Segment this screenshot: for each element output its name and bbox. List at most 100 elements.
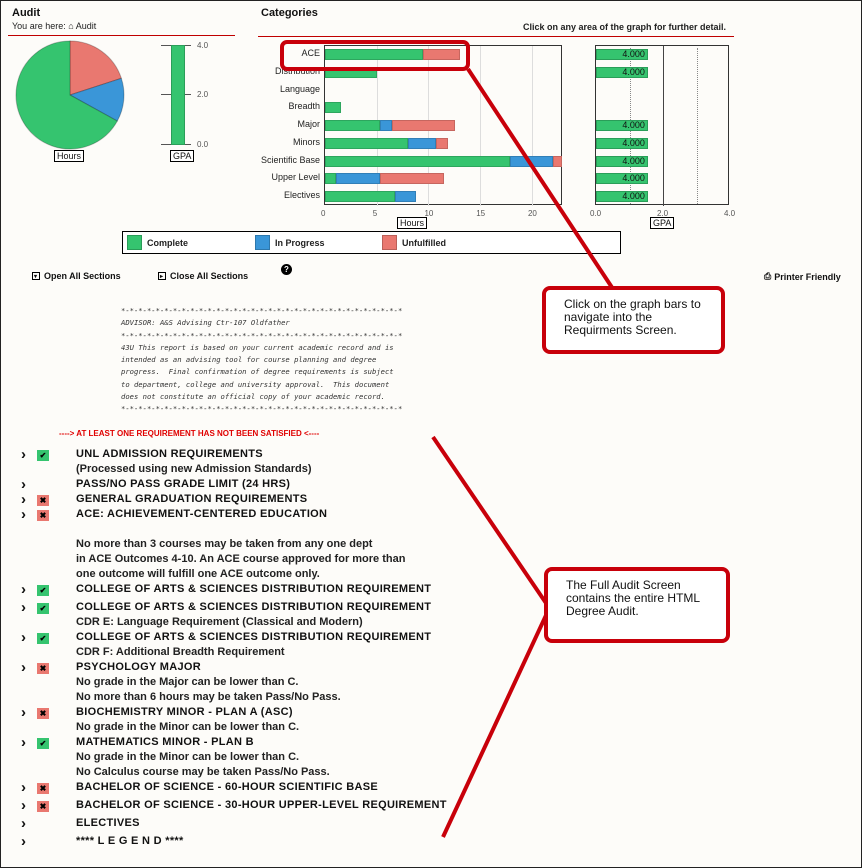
requirement-row[interactable]: › ✖ GENERAL GRADUATION REQUIREMENTS — [1, 492, 461, 508]
requirement-title[interactable]: COLLEGE OF ARTS & SCIENCES DISTRIBUTION … — [76, 583, 431, 595]
bar-ace-unfulfilled[interactable] — [423, 49, 460, 60]
chevron-right-icon[interactable]: › — [21, 507, 26, 522]
hours-pie-chart[interactable] — [13, 39, 129, 151]
requirement-title[interactable]: BIOCHEMISTRY MINOR - PLAN A (ASC) — [76, 706, 293, 718]
breadcrumb-current[interactable]: Audit — [76, 21, 97, 31]
requirement-row[interactable]: › ✖ BACHELOR OF SCIENCE - 30-HOUR UPPER-LE… — [1, 798, 461, 814]
chevron-right-icon[interactable]: › — [21, 477, 26, 492]
printer-friendly-button[interactable]: ⎙ Printer Friendly — [764, 271, 841, 282]
requirement-title[interactable]: **** L E G E N D **** — [76, 835, 184, 847]
chevron-right-icon[interactable]: › — [21, 705, 26, 720]
chevron-right-icon[interactable]: › — [21, 447, 26, 462]
category-label[interactable]: Scientific Base — [250, 155, 320, 165]
x-tick-label: 5 — [372, 209, 378, 218]
gpa-bar-distribution[interactable]: 4.000 — [596, 66, 648, 78]
requirement-title[interactable]: BACHELOR OF SCIENCE - 30-HOUR UPPER-LEVE… — [76, 799, 447, 811]
bar-scientific-base-complete[interactable] — [325, 155, 511, 167]
requirement-row[interactable]: › ✖ BIOCHEMISTRY MINOR - PLAN A (ASC) — [1, 705, 461, 721]
bar-distribution-complete[interactable] — [325, 66, 377, 78]
category-label[interactable]: Language — [250, 84, 320, 94]
category-label[interactable]: Minors — [250, 137, 320, 147]
hours-bar-chart[interactable] — [324, 45, 562, 206]
bar-upper-level-complete[interactable] — [325, 173, 337, 185]
requirement-title[interactable]: ELECTIVES — [76, 817, 140, 829]
category-label[interactable]: Distribution — [250, 66, 320, 76]
bar-upper-level-unfulfilled[interactable] — [379, 173, 444, 185]
requirement-row[interactable]: › ✔ UNL ADMISSION REQUIREMENTS — [1, 447, 461, 463]
requirement-row[interactable]: › PASS/NO PASS GRADE LIMIT (24 HRS) — [1, 477, 461, 493]
requirement-title[interactable]: BACHELOR OF SCIENCE - 60-HOUR SCIENTIFIC… — [76, 781, 378, 793]
chevron-right-icon[interactable]: › — [21, 630, 26, 645]
requirement-title[interactable]: GENERAL GRADUATION REQUIREMENTS — [76, 493, 307, 505]
chevron-right-icon[interactable]: › — [21, 780, 26, 795]
chevron-right-icon[interactable]: › — [21, 798, 26, 813]
chevron-right-icon[interactable]: › — [21, 600, 26, 615]
gpa-gauge-fill[interactable] — [171, 45, 185, 145]
requirement-row[interactable]: › ELECTIVES — [1, 816, 461, 832]
chevron-right-icon[interactable]: › — [21, 582, 26, 597]
requirement-title[interactable]: COLLEGE OF ARTS & SCIENCES DISTRIBUTION … — [76, 631, 431, 643]
x-icon: ✖ — [37, 801, 49, 812]
chevron-right-icon[interactable]: › — [21, 735, 26, 750]
gpa-bar-ace[interactable]: 4.000 — [596, 49, 648, 60]
gpa-gauge[interactable] — [161, 45, 191, 145]
chevron-right-icon[interactable]: › — [21, 660, 26, 675]
bar-scientific-base-in-progress[interactable] — [510, 155, 553, 167]
bar-ace-complete[interactable] — [325, 49, 424, 60]
requirement-title[interactable]: ACE: ACHIEVEMENT-CENTERED EDUCATION — [76, 508, 327, 520]
requirement-title[interactable]: MATHEMATICS MINOR - PLAN B — [76, 736, 254, 748]
gpa-bar-upper-level[interactable]: 4.000 — [596, 173, 648, 185]
gpa-bar-major[interactable]: 4.000 — [596, 120, 648, 132]
chevron-right-icon[interactable]: › — [21, 816, 26, 831]
chevron-right-icon[interactable]: › — [21, 492, 26, 507]
categories-divider — [258, 36, 734, 37]
bar-major-complete[interactable] — [325, 120, 380, 132]
requirement-row[interactable]: › ✔ COLLEGE OF ARTS & SCIENCES DISTRIBUTIO… — [1, 600, 461, 616]
audit-title: Audit — [12, 7, 41, 19]
gpa-bar-chart[interactable]: 4.000 4.000 4.000 4.000 4.000 4.000 4.000 — [595, 45, 729, 206]
gpa-bar-electives[interactable]: 4.000 — [596, 191, 648, 203]
bar-upper-level-in-progress[interactable] — [336, 173, 380, 185]
requirement-row[interactable]: › **** L E G E N D **** — [1, 834, 461, 850]
x-icon: ✖ — [37, 663, 49, 674]
bar-major-unfulfilled[interactable] — [392, 120, 456, 132]
requirement-title[interactable]: PSYCHOLOGY MAJOR — [76, 661, 201, 673]
requirement-note: CDR E: Language Requirement (Classical a… — [76, 616, 363, 628]
home-icon[interactable]: ⌂ — [68, 21, 73, 31]
requirement-title[interactable]: COLLEGE OF ARTS & SCIENCES DISTRIBUTION … — [76, 601, 431, 613]
requirement-row[interactable]: › ✔ MATHEMATICS MINOR - PLAN B — [1, 735, 461, 751]
expand-square-icon: ▾ — [32, 272, 40, 280]
legend-label: In Progress — [275, 237, 325, 248]
chevron-right-icon[interactable]: › — [21, 834, 26, 849]
bar-scientific-base-unfulfilled[interactable] — [552, 155, 562, 167]
bar-minors-in-progress[interactable] — [407, 137, 436, 149]
requirement-row[interactable]: › ✔ COLLEGE OF ARTS & SCIENCES DISTRIBUTIO… — [1, 582, 461, 598]
gpa-bar-scientific-base[interactable]: 4.000 — [596, 155, 648, 167]
bar-electives-complete[interactable] — [325, 191, 396, 203]
open-all-sections-button[interactable]: ▾ Open All Sections — [32, 271, 121, 281]
gpa-bar-minors[interactable]: 4.000 — [596, 137, 648, 149]
requirement-row[interactable]: › ✖ BACHELOR OF SCIENCE - 60-HOUR SCIENTIF… — [1, 780, 461, 796]
requirement-row[interactable]: › ✔ COLLEGE OF ARTS & SCIENCES DISTRIBUTIO… — [1, 630, 461, 646]
category-label[interactable]: Upper Level — [250, 172, 320, 182]
requirement-title[interactable]: PASS/NO PASS GRADE LIMIT (24 HRS) — [76, 478, 290, 490]
legend-label: Complete — [147, 237, 189, 248]
category-label[interactable]: Major — [250, 119, 320, 129]
category-label[interactable]: ACE — [250, 48, 320, 58]
category-label[interactable]: Breadth — [250, 101, 320, 111]
requirement-note: one outcome will fulfill one ACE outcome… — [76, 568, 320, 580]
requirement-row[interactable]: › ✖ PSYCHOLOGY MAJOR — [1, 660, 461, 676]
bar-breadth-complete[interactable] — [325, 102, 341, 114]
category-label[interactable]: Electives — [250, 190, 320, 200]
chart-legend: Complete In Progress Unfulfilled — [122, 231, 621, 254]
requirement-title[interactable]: UNL ADMISSION REQUIREMENTS — [76, 448, 263, 460]
collapse-square-icon: ▸ — [158, 272, 166, 280]
bar-major-in-progress[interactable] — [379, 120, 393, 132]
question-circle-icon[interactable]: ? — [281, 264, 292, 275]
bar-minors-complete[interactable] — [325, 137, 408, 149]
bar-electives-in-progress[interactable] — [395, 191, 417, 203]
requirement-row[interactable]: › ✖ ACE: ACHIEVEMENT-CENTERED EDUCATION — [1, 507, 461, 523]
x-tick-label: 20 — [527, 209, 537, 218]
bar-minors-unfulfilled[interactable] — [435, 137, 449, 149]
close-all-sections-button[interactable]: ▸ Close All Sections — [158, 271, 248, 281]
